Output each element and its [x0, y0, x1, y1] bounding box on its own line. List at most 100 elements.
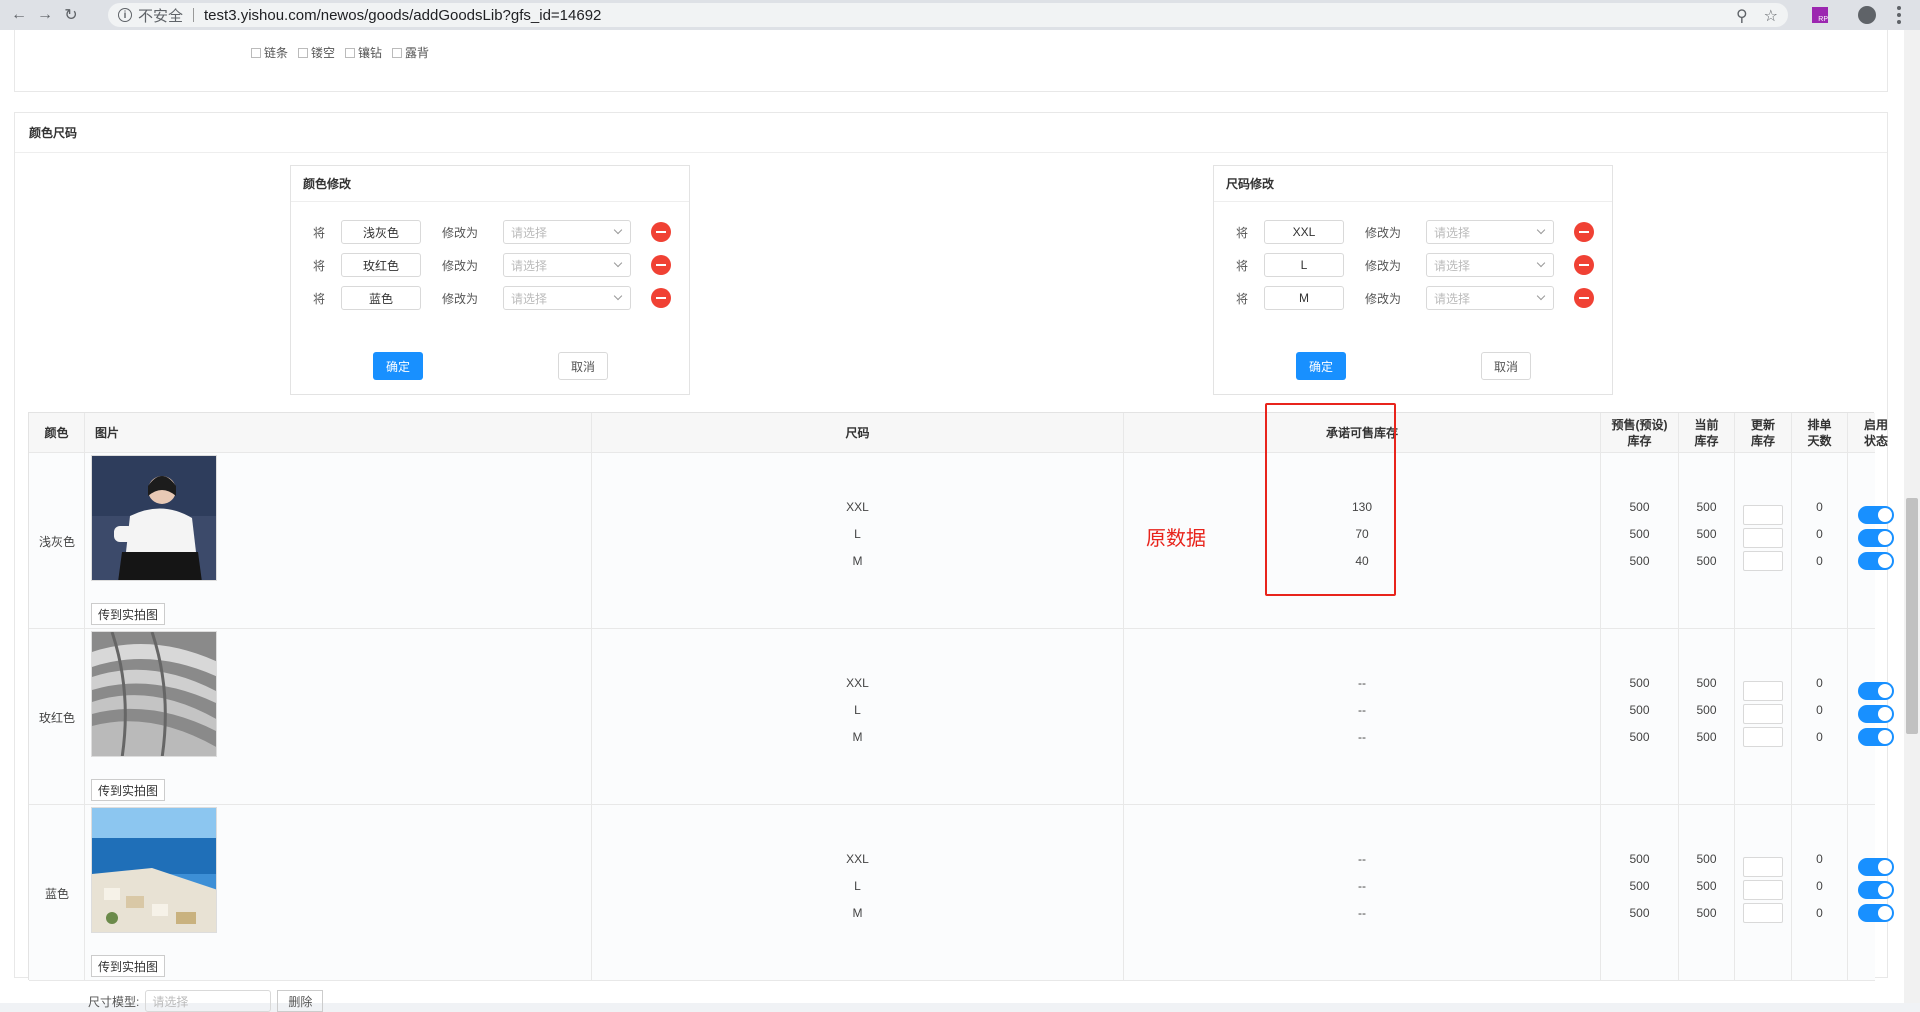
info-icon[interactable]: i [118, 8, 132, 22]
update-stock-input[interactable] [1743, 505, 1783, 525]
size-value: M [852, 906, 863, 920]
chevron-down-icon [1536, 291, 1546, 301]
extension-icon[interactable]: RP [1812, 7, 1828, 23]
cell-size: XXL L M [592, 805, 1124, 981]
chevron-down-icon [1536, 258, 1546, 268]
cell-size: XXL L M [592, 453, 1124, 629]
remove-icon[interactable] [1574, 255, 1594, 275]
size-value: M [852, 730, 863, 744]
page-scrollbar[interactable] [1904, 30, 1920, 1003]
promised-value: -- [1358, 879, 1366, 893]
bookmark-star-icon[interactable]: ☆ [1764, 6, 1778, 26]
product-photo[interactable] [91, 455, 217, 581]
status-toggle[interactable] [1858, 858, 1894, 876]
presale-value: 500 [1629, 730, 1650, 744]
profile-avatar[interactable] [1858, 6, 1876, 24]
cell-days: 0 0 0 [1792, 629, 1848, 805]
forward-icon[interactable]: → [32, 2, 58, 28]
remove-icon[interactable] [1574, 222, 1594, 242]
remove-icon[interactable] [1574, 288, 1594, 308]
promised-value: -- [1358, 906, 1366, 920]
status-toggle[interactable] [1858, 529, 1894, 547]
size-model-select[interactable]: 请选择 [145, 990, 272, 1012]
upload-to-photo-button[interactable]: 传到实拍图 [91, 779, 166, 801]
reload-icon[interactable]: ↻ [58, 2, 84, 28]
cell-promised-stock: -- -- -- [1124, 629, 1601, 805]
update-stock-input[interactable] [1743, 903, 1783, 923]
source-color: 蓝色 [341, 286, 421, 310]
source-color: 浅灰色 [341, 220, 421, 244]
current-value: 500 [1696, 554, 1717, 568]
header-update-stock: 更新库存 [1735, 413, 1792, 453]
remove-icon[interactable] [651, 288, 671, 308]
upload-to-photo-button[interactable]: 传到实拍图 [91, 603, 166, 625]
jiang-label: 将 [313, 225, 326, 240]
cell-update [1735, 805, 1792, 981]
color-confirm-button[interactable]: 确定 [373, 352, 423, 380]
update-stock-input[interactable] [1743, 880, 1783, 900]
update-stock-input[interactable] [1743, 681, 1783, 701]
update-stock-input[interactable] [1743, 551, 1783, 571]
status-toggle[interactable] [1858, 904, 1894, 922]
zoom-icon[interactable]: ⚲ [1736, 6, 1748, 26]
checkbox-backless[interactable]: 露背 [392, 44, 429, 61]
current-value: 500 [1696, 703, 1717, 717]
status-toggle[interactable] [1858, 705, 1894, 723]
color-edit-row: 将 浅灰色 修改为 请选择 [291, 219, 691, 245]
target-size-select[interactable]: 请选择 [1426, 286, 1554, 310]
checkbox-rhinestone[interactable]: 镶钻 [345, 44, 382, 61]
cell-current: 500 500 500 [1679, 629, 1735, 805]
target-size-select[interactable]: 请选择 [1426, 253, 1554, 277]
size-confirm-button[interactable]: 确定 [1296, 352, 1346, 380]
browser-menu-icon[interactable] [1896, 6, 1902, 24]
cell-presale: 500 500 500 [1601, 453, 1679, 629]
size-model-row: 尺寸模型: 请选择 删除 [88, 990, 324, 1012]
upload-to-photo-button[interactable]: 传到实拍图 [91, 955, 166, 977]
status-toggle[interactable] [1858, 881, 1894, 899]
color-cancel-button[interactable]: 取消 [558, 352, 608, 380]
delete-button[interactable]: 删除 [277, 990, 324, 1012]
target-color-select[interactable]: 请选择 [503, 253, 631, 277]
status-toggle[interactable] [1858, 506, 1894, 524]
status-toggle[interactable] [1858, 728, 1894, 746]
header-image: 图片 [85, 413, 592, 453]
back-icon[interactable]: ← [6, 2, 32, 28]
cell-days: 0 0 0 [1792, 805, 1848, 981]
current-value: 500 [1696, 906, 1717, 920]
current-value: 500 [1696, 527, 1717, 541]
days-value: 0 [1816, 554, 1823, 568]
size-value: L [854, 527, 861, 541]
scrollbar-thumb[interactable] [1906, 498, 1918, 734]
update-stock-input[interactable] [1743, 857, 1783, 877]
cell-update [1735, 629, 1792, 805]
sku-table: 颜色 图片 尺码 承诺可售库存 预售(预设)库存 当前库存 更新库存 排单天数 … [28, 412, 1894, 981]
target-size-select[interactable]: 请选择 [1426, 220, 1554, 244]
product-photo[interactable] [91, 631, 217, 757]
status-toggle[interactable] [1858, 552, 1894, 570]
cell-current: 500 500 500 [1679, 805, 1735, 981]
color-name: 蓝色 [44, 886, 69, 901]
remove-icon[interactable] [651, 222, 671, 242]
target-color-select[interactable]: 请选择 [503, 220, 631, 244]
status-toggle[interactable] [1858, 682, 1894, 700]
checkbox-chain[interactable]: 链条 [251, 44, 288, 61]
size-value: XXL [846, 852, 869, 866]
presale-value: 500 [1629, 676, 1650, 690]
attribute-checkboxes: 链条 镂空 镶钻 露背 [251, 44, 429, 61]
current-value: 500 [1696, 500, 1717, 514]
cell-days: 0 0 0 [1792, 453, 1848, 629]
size-model-label: 尺寸模型: [88, 994, 140, 1009]
product-photo[interactable] [91, 807, 217, 933]
remove-icon[interactable] [651, 255, 671, 275]
update-stock-input[interactable] [1743, 528, 1783, 548]
table-row: 浅灰色 传到实拍图 XXL L M 130 70 40 500 500 500 … [29, 453, 1894, 629]
jiang-label: 将 [1236, 258, 1249, 273]
update-stock-input[interactable] [1743, 704, 1783, 724]
url-text[interactable]: test3.yishou.com/newos/goods/addGoodsLib… [204, 7, 601, 24]
checkbox-hollow[interactable]: 镂空 [298, 44, 335, 61]
size-cancel-button[interactable]: 取消 [1481, 352, 1531, 380]
address-bar[interactable]: i 不安全 test3.yishou.com/newos/goods/addGo… [108, 3, 1788, 27]
jiang-label: 将 [313, 258, 326, 273]
target-color-select[interactable]: 请选择 [503, 286, 631, 310]
update-stock-input[interactable] [1743, 727, 1783, 747]
